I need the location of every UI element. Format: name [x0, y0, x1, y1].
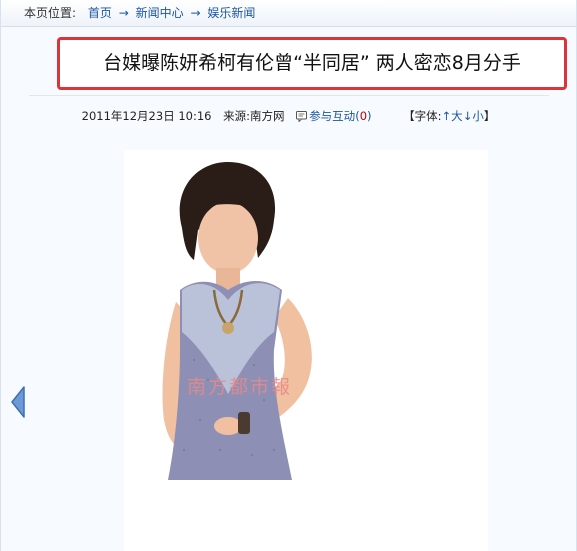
comment-label: 参与互动 [309, 109, 356, 123]
article-photo [124, 150, 488, 551]
previous-arrow-button[interactable] [10, 385, 26, 419]
photo-watermark: 南方都市報 [187, 376, 293, 398]
page: 本页位置: 首页 → 新闻中心 → 娱乐新闻 台媒曝陈妍希柯有伦曾“半同居” 两… [0, 0, 577, 551]
font-bigger-link[interactable]: ↑大 [442, 109, 463, 123]
publish-datetime: 2011年12月23日 10:16 [81, 109, 212, 123]
breadcrumb: 本页位置: 首页 → 新闻中心 → 娱乐新闻 [1, 0, 576, 27]
breadcrumb-separator: → [118, 6, 129, 20]
font-size-control: 【字体:↑大↓小】 [403, 109, 495, 123]
left-triangle-arrow-icon [11, 386, 25, 418]
font-size-label: 【字体: [403, 109, 442, 123]
font-size-close: 】 [483, 109, 496, 123]
breadcrumb-home-link[interactable]: 首页 [88, 6, 112, 20]
article-meta: 2011年12月23日 10:16 来源:南方网 参与互动(0) 【字体:↑大↓… [1, 106, 576, 126]
source-name: 南方网 [250, 109, 285, 123]
source-label: 来源: [223, 109, 251, 123]
woman-portrait-image [162, 162, 312, 480]
comment-icon [296, 111, 308, 122]
comment-paren-close: ) [367, 109, 372, 123]
comment-link[interactable]: 参与互动(0) [296, 109, 375, 123]
comment-count: 0 [359, 109, 368, 123]
divider [29, 95, 549, 96]
breadcrumb-news-center-link[interactable]: 新闻中心 [136, 6, 184, 20]
breadcrumb-entertainment-link[interactable]: 娱乐新闻 [207, 6, 255, 20]
source-info: 来源:南方网 [223, 109, 284, 123]
breadcrumb-lead: 本页位置: [24, 6, 77, 20]
breadcrumb-separator: → [190, 6, 201, 20]
article-title: 台媒曝陈妍希柯有伦曾“半同居” 两人密恋8月分手 [57, 37, 567, 90]
font-smaller-link[interactable]: ↓小 [463, 109, 484, 123]
